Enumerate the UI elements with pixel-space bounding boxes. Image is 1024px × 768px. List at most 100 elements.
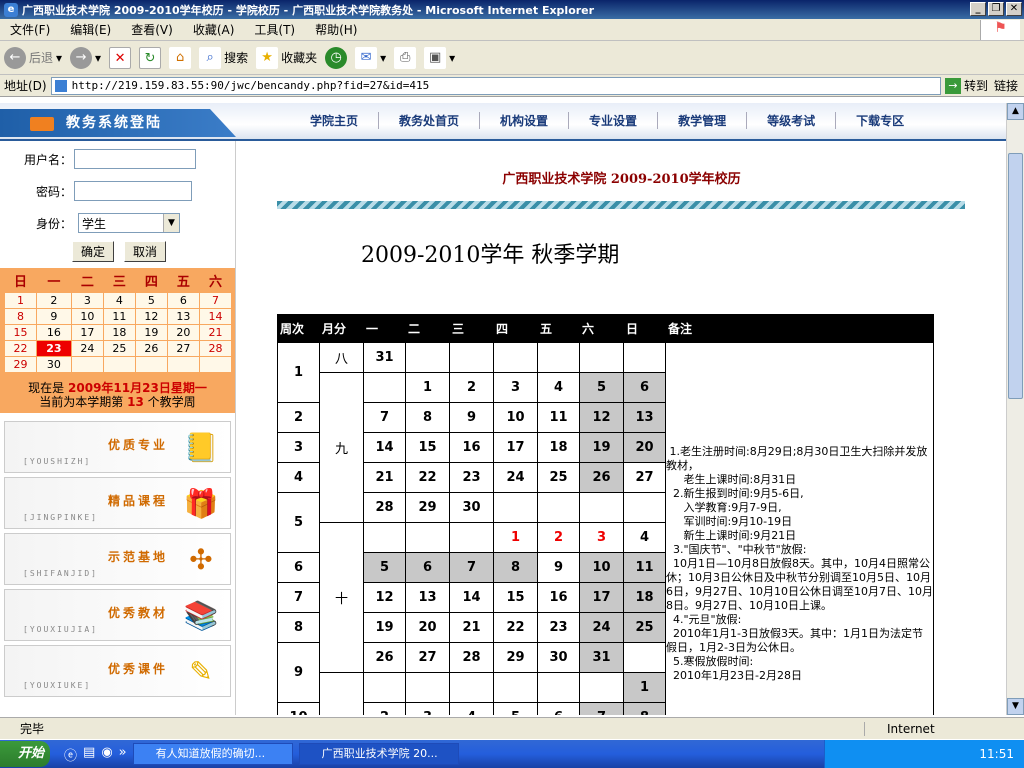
print-button[interactable]: ⎙ xyxy=(394,46,417,69)
forward-button[interactable]: → ▾ xyxy=(70,46,101,69)
mini-cal-day[interactable]: 20 xyxy=(166,323,200,341)
links-button[interactable]: 链接 xyxy=(994,77,1018,94)
menu-tools[interactable]: 工具(T) xyxy=(244,21,305,38)
title-bar: e 广西职业技术学院 2009-2010学年校历 - 学院校历 - 广西职业技术… xyxy=(0,0,1024,19)
mini-cal-day[interactable]: 4 xyxy=(102,291,136,309)
go-button[interactable]: → 转到 xyxy=(944,77,988,94)
category-label: 优秀教材 xyxy=(107,605,168,620)
week-suffix: 个教学周 xyxy=(147,394,196,409)
task-item[interactable]: 有人知道放假的确切... xyxy=(132,743,293,765)
login-cancel-button[interactable]: 取消 xyxy=(124,241,167,262)
scroll-down-icon[interactable]: ▼ xyxy=(1007,698,1024,715)
nav-office-home[interactable]: 教务处首页 xyxy=(379,112,481,129)
mini-cal-day[interactable]: 8 xyxy=(3,307,38,325)
nav-exams[interactable]: 等级考试 xyxy=(747,112,837,129)
mini-cal-day[interactable]: 13 xyxy=(166,307,200,325)
mini-cal-day[interactable]: 17 xyxy=(70,323,104,341)
nav-majors[interactable]: 专业设置 xyxy=(569,112,659,129)
menu-edit[interactable]: 编辑(E) xyxy=(60,21,121,38)
ie-quicklaunch-icon[interactable]: ⓔ xyxy=(64,745,77,764)
menu-favorites[interactable]: 收藏(A) xyxy=(183,21,245,38)
mini-cal-day[interactable]: 28 xyxy=(198,339,233,357)
mini-cal-day[interactable]: 29 xyxy=(3,355,38,373)
category-demo-base[interactable]: 示范基地 [SHIFANJID] ✣ xyxy=(4,532,231,585)
category-label: 示范基地 xyxy=(107,549,168,564)
mini-cal-day[interactable]: 11 xyxy=(102,307,136,325)
mini-cal-day[interactable]: 9 xyxy=(36,307,72,325)
history-button[interactable]: ◷ xyxy=(325,46,348,69)
calendar-day-cell: 22 xyxy=(493,612,538,643)
mini-cal-day xyxy=(198,355,233,373)
back-button[interactable]: ← 后退 ▾ xyxy=(4,46,62,69)
mini-cal-day[interactable]: 14 xyxy=(198,307,233,325)
calendar-day-cell: 7 xyxy=(363,402,406,433)
minimize-button[interactable]: _ xyxy=(970,2,986,16)
mini-cal-day[interactable]: 6 xyxy=(166,291,200,309)
mini-cal-day[interactable]: 15 xyxy=(3,323,38,341)
mini-cal-day[interactable]: 21 xyxy=(198,323,233,341)
mini-cal-day[interactable]: 12 xyxy=(134,307,168,325)
folder-icon[interactable]: ▤ xyxy=(83,745,95,764)
address-input[interactable]: http://219.159.83.55:90/jwc/bencandy.php… xyxy=(50,76,941,95)
nav-teaching[interactable]: 教学管理 xyxy=(658,112,748,129)
more-chevron-icon[interactable]: » xyxy=(119,745,127,764)
remarks-cell: 1.老生注册时间:8月29日;8月30日卫生大扫除并发放教材， 老生上课时间:8… xyxy=(665,342,934,715)
mini-cal-day[interactable]: 1 xyxy=(3,291,38,309)
menu-help[interactable]: 帮助(H) xyxy=(305,21,367,38)
search-button[interactable]: ⌕ 搜索 xyxy=(199,46,248,69)
mini-cal-day[interactable]: 10 xyxy=(70,307,104,325)
mini-cal-day[interactable]: 27 xyxy=(166,339,200,357)
mini-cal-day[interactable]: 24 xyxy=(70,339,104,357)
mini-cal-day[interactable]: 26 xyxy=(134,339,168,357)
restore-button[interactable]: ❐ xyxy=(988,2,1004,16)
calendar-day-cell: 16 xyxy=(537,582,580,613)
stop-button[interactable]: ✕ xyxy=(109,46,132,69)
category-quality-majors[interactable]: 优质专业 [YOUSHIZH] 📒 xyxy=(4,420,231,473)
menu-file[interactable]: 文件(F) xyxy=(0,21,60,38)
scroll-thumb[interactable] xyxy=(1008,153,1023,399)
remark-line: 5.寒假放假时间: xyxy=(666,655,754,668)
mini-cal-day[interactable]: 3 xyxy=(70,291,104,309)
home-button[interactable]: ⌂ xyxy=(169,46,192,69)
refresh-button[interactable]: ↻ xyxy=(139,46,162,69)
weekday-header: 五 xyxy=(176,275,190,291)
calendar-day-cell: 31 xyxy=(579,642,624,673)
mini-calendar: 日一二三四五六 1 2 3 4 5 6 7 8 9 10 11 12 13 14 15 16 17 18 19 20 21… xyxy=(0,268,235,375)
media-icon[interactable]: ◉ xyxy=(101,745,112,764)
printer-icon: ⎙ xyxy=(394,46,417,69)
mini-cal-day[interactable]: 5 xyxy=(134,291,168,309)
username-input[interactable] xyxy=(74,149,196,169)
mini-cal-day[interactable]: 16 xyxy=(36,323,72,341)
scroll-up-icon[interactable]: ▲ xyxy=(1007,103,1024,120)
mini-cal-day[interactable]: 18 xyxy=(102,323,136,341)
vertical-scrollbar[interactable]: ▲ ▼ xyxy=(1006,103,1024,715)
mini-cal-day[interactable]: 23 xyxy=(36,339,72,357)
status-text: 完毕 xyxy=(20,722,45,736)
mail-button[interactable]: ✉ ▾ xyxy=(355,46,386,69)
mini-cal-day[interactable]: 2 xyxy=(36,291,72,309)
nav-organization[interactable]: 机构设置 xyxy=(480,112,570,129)
start-button[interactable]: 开始 xyxy=(0,741,50,767)
mini-cal-day[interactable]: 30 xyxy=(36,355,72,373)
edit-button[interactable]: ▣ ▾ xyxy=(424,46,455,69)
category-excellent-courseware[interactable]: 优秀课件 [YOUXIUKE] ✎ xyxy=(4,644,231,697)
category-fine-courses[interactable]: 精品课程 [JINGPINKE] 🎁 xyxy=(4,476,231,529)
menu-view[interactable]: 查看(V) xyxy=(121,21,183,38)
nav-downloads[interactable]: 下载专区 xyxy=(836,112,924,129)
mini-cal-day[interactable]: 19 xyxy=(134,323,168,341)
login-ok-button[interactable]: 确定 xyxy=(72,241,115,262)
mini-cal-day[interactable]: 22 xyxy=(3,339,38,357)
password-input[interactable] xyxy=(74,181,192,201)
calendar-day-cell: 12 xyxy=(579,402,624,433)
nav-college-home[interactable]: 学院主页 xyxy=(290,112,380,129)
mini-cal-day[interactable]: 25 xyxy=(102,339,136,357)
favorites-button[interactable]: ★ 收藏夹 xyxy=(256,46,317,69)
close-button[interactable]: ✕ xyxy=(1006,2,1022,16)
role-select[interactable]: 学生 ▼ xyxy=(78,213,180,233)
calendar-day-cell: 20 xyxy=(623,432,666,463)
category-excellent-textbooks[interactable]: 优秀教材 [YOUXIUJIA] 📚 xyxy=(4,588,231,641)
mini-cal-day xyxy=(102,355,136,373)
toolbar: ← 后退 ▾ → ▾ ✕ ↻ ⌂ ⌕ 搜索 ★ 收藏夹 ◷ ✉ ▾ ⎙ ▣ ▾ xyxy=(0,41,1024,75)
task-item-active[interactable]: 广西职业技术学院 20... xyxy=(298,743,459,765)
mini-cal-day[interactable]: 7 xyxy=(198,291,233,309)
